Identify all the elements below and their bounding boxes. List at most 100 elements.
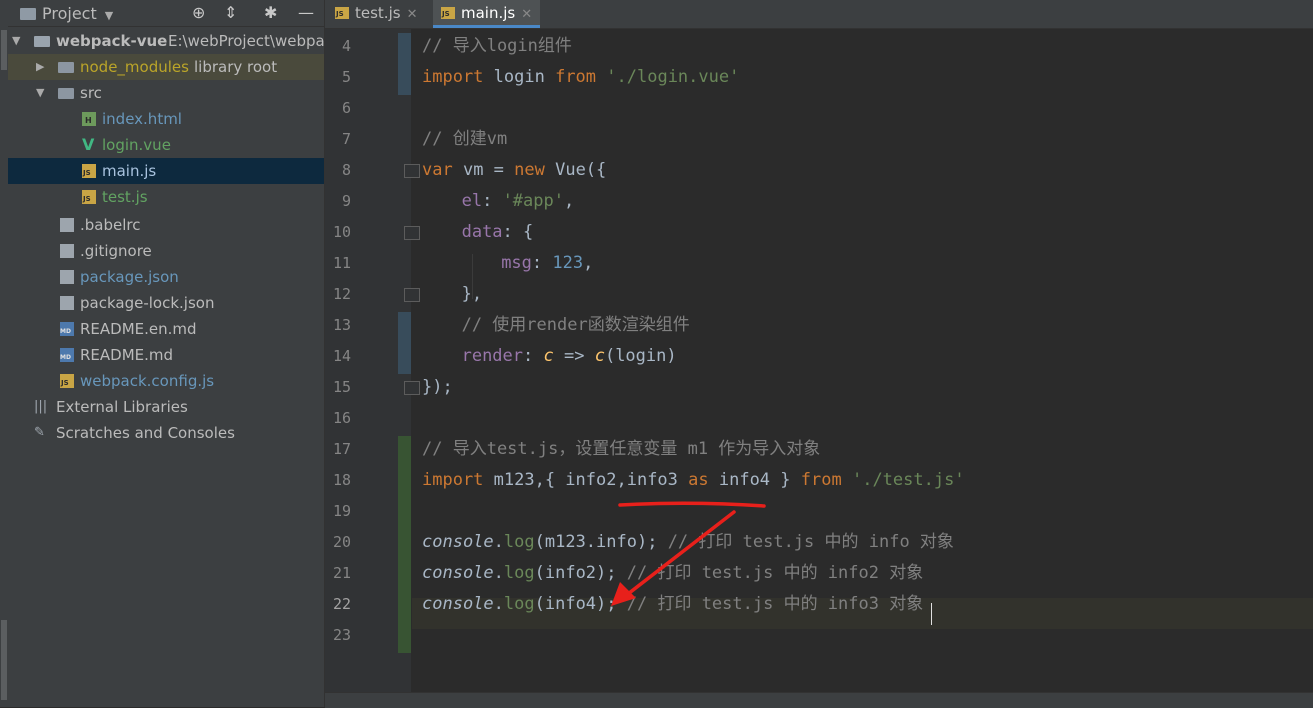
editor-area: test.js ✕ main.js ✕ 4 5 6 7 8 9 10 11 12 13 14 15 16 17… xyxy=(324,0,1313,708)
code-token: }); xyxy=(422,377,453,397)
chevron-down-icon[interactable]: ▼ xyxy=(36,80,44,106)
file-label: package-lock.json xyxy=(80,294,215,312)
tree-item-webpack-config[interactable]: webpack.config.js xyxy=(8,368,324,394)
code-token: // 导入login组件 xyxy=(422,36,572,56)
code-token: (login) xyxy=(604,346,677,366)
scratches-label: Scratches and Consoles xyxy=(56,424,235,442)
project-title: Project xyxy=(42,4,97,23)
tree-item-package-json[interactable]: package.json xyxy=(8,264,324,290)
chevron-down-icon[interactable]: ▼ xyxy=(12,28,20,54)
code-token: console xyxy=(422,532,494,552)
code-token: import xyxy=(422,470,484,490)
line-number: 23 xyxy=(332,626,351,644)
tree-item-babelrc[interactable]: .babelrc xyxy=(8,212,324,238)
vue-file-icon: V xyxy=(82,135,95,154)
code-line: console.log(info2); // 打印 test.js 中的 inf… xyxy=(422,558,923,589)
tree-item-readme[interactable]: README.md xyxy=(8,342,324,368)
node-modules-label: node_modules xyxy=(80,58,189,76)
line-number: 19 xyxy=(332,502,351,520)
tree-item-test-js[interactable]: test.js xyxy=(8,184,324,210)
code-line: // 使用render函数渲染组件 xyxy=(462,310,690,341)
code-token: new xyxy=(514,160,545,180)
line-number: 6 xyxy=(341,99,351,117)
config-file-icon xyxy=(60,218,74,232)
markdown-file-icon xyxy=(60,348,74,362)
vcs-change-marker xyxy=(398,33,411,95)
folder-icon xyxy=(20,8,36,20)
line-number: 15 xyxy=(332,378,351,396)
file-label: .gitignore xyxy=(80,242,152,260)
code-token: el xyxy=(461,191,483,211)
external-libraries-label: External Libraries xyxy=(56,398,188,416)
editor-tabs: test.js ✕ main.js ✕ xyxy=(325,0,1313,29)
json-file-icon xyxy=(60,296,74,310)
code-line: var vm = new Vue({ xyxy=(422,155,606,186)
code-line: data: { xyxy=(462,217,534,248)
code-token: : xyxy=(482,191,503,211)
tree-item-external-libraries[interactable]: ||| External Libraries xyxy=(8,394,324,420)
root-name: webpack-vue xyxy=(56,32,168,50)
line-number: 4 xyxy=(341,37,351,55)
library-root-tag: library root xyxy=(194,58,278,76)
scratches-icon: ✎ xyxy=(34,425,45,440)
js-file-icon xyxy=(82,190,96,204)
tab-test-js[interactable]: test.js ✕ xyxy=(335,0,417,28)
code-token: : xyxy=(523,346,544,366)
code-token: Vue({ xyxy=(544,160,607,180)
code-token: . xyxy=(493,594,504,614)
close-icon[interactable]: ✕ xyxy=(521,7,532,22)
code-line: console.log(info4); // 打印 test.js 中的 inf… xyxy=(422,589,923,620)
file-label: README.en.md xyxy=(80,320,197,338)
folder-icon xyxy=(58,62,74,73)
line-number: 16 xyxy=(332,409,351,427)
project-tool-tab[interactable] xyxy=(1,30,7,70)
line-number: 10 xyxy=(332,223,351,241)
line-number: 14 xyxy=(332,347,351,365)
locate-icon[interactable]: ⊕ xyxy=(192,3,205,22)
code-token: log xyxy=(503,594,535,614)
code-token: './login.vue' xyxy=(606,67,740,87)
hide-icon[interactable]: — xyxy=(298,3,314,22)
code-area[interactable]: // 导入login组件 import login from './login.v… xyxy=(412,29,1313,694)
chevron-down-icon[interactable]: ▼ xyxy=(105,9,113,22)
horizontal-scrollbar[interactable] xyxy=(325,692,1313,708)
code-line: }); xyxy=(422,372,453,403)
tree-item-readme-en[interactable]: README.en.md xyxy=(8,316,324,342)
tree-item-package-lock[interactable]: package-lock.json xyxy=(8,290,324,316)
tree-item-gitignore[interactable]: .gitignore xyxy=(8,238,324,264)
tree-item-node-modules[interactable]: ▶ node_modules library root xyxy=(8,54,324,80)
html-file-icon xyxy=(82,112,96,126)
line-number: 9 xyxy=(341,192,351,210)
line-number: 20 xyxy=(332,533,351,551)
code-token: // 导入test.js，设置任意变量 m1 作为导入对象 xyxy=(422,439,821,459)
tree-item-login-vue[interactable]: V login.vue xyxy=(8,132,324,158)
project-view-selector[interactable]: Project ▼ xyxy=(20,4,113,23)
code-token: } xyxy=(770,470,801,490)
chevron-right-icon[interactable]: ▶ xyxy=(36,54,44,80)
tree-root[interactable]: ▼ webpack-vue E:\webProject\webpa xyxy=(8,28,325,54)
tree-item-main-js[interactable]: main.js xyxy=(8,158,324,184)
tree-item-src[interactable]: ▼ src xyxy=(8,80,324,106)
code-token: => xyxy=(553,346,595,366)
code-token: log xyxy=(503,563,535,583)
code-token: data xyxy=(461,222,503,242)
collapse-all-icon[interactable]: ⇕ xyxy=(224,3,237,22)
code-line: render: c => c(login) xyxy=(462,341,677,372)
tab-main-js[interactable]: main.js ✕ xyxy=(433,0,541,28)
tab-label: main.js xyxy=(461,4,516,22)
library-icon: ||| xyxy=(34,399,48,414)
line-number: 21 xyxy=(332,564,351,582)
close-icon[interactable]: ✕ xyxy=(407,7,418,22)
structure-tool-tab[interactable] xyxy=(1,620,7,700)
code-token: 123 xyxy=(552,253,584,273)
code-token: m123,{ info2, xyxy=(483,470,627,490)
gear-icon[interactable]: ✱ xyxy=(264,3,277,22)
tree-item-index-html[interactable]: index.html xyxy=(8,106,324,132)
code-line: el: '#app', xyxy=(462,186,575,217)
indent-guide xyxy=(472,254,473,299)
tree-item-scratches[interactable]: ✎ Scratches and Consoles xyxy=(8,420,324,446)
line-number: 12 xyxy=(332,285,351,303)
code-token: login xyxy=(483,67,556,87)
